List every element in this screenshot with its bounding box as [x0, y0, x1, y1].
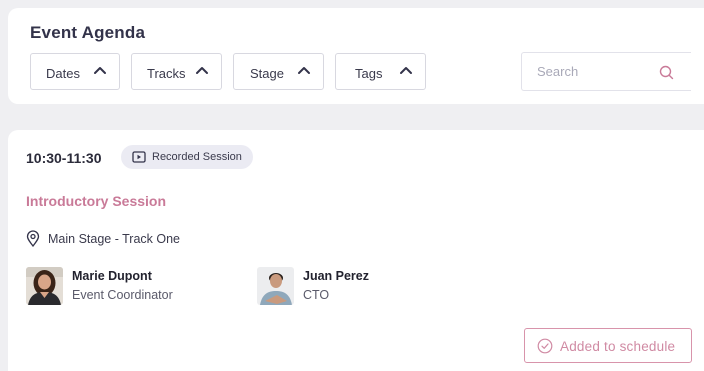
search-icon[interactable]: [659, 65, 674, 80]
speaker-name: Juan Perez: [303, 269, 370, 283]
speaker-role: CTO: [303, 288, 330, 302]
speaker-card[interactable]: Marie Dupont Event Coordinator: [26, 267, 226, 305]
filter-tracks-label: Tracks: [147, 66, 186, 81]
session-card: 10:30-11:30 Recorded Session Introductor…: [8, 130, 704, 371]
speaker-name: Marie Dupont: [72, 269, 152, 283]
filter-tags-dropdown[interactable]: Tags: [335, 53, 426, 90]
badge-label: Recorded Session: [152, 151, 242, 163]
speaker-card[interactable]: Juan Perez CTO: [257, 267, 457, 305]
filter-tracks-dropdown[interactable]: Tracks: [131, 53, 222, 90]
session-time: 10:30-11:30: [26, 150, 102, 166]
location-text: Main Stage - Track One: [48, 232, 181, 246]
search-box: [521, 52, 691, 91]
filter-stage-label: Stage: [250, 66, 284, 81]
schedule-button-label: Added to schedule: [560, 339, 676, 354]
added-to-schedule-button[interactable]: Added to schedule: [524, 328, 692, 363]
check-circle-icon: [537, 338, 553, 354]
location-pin-icon: [26, 230, 40, 247]
chevron-up-icon: [94, 67, 106, 74]
agenda-header-panel: Event Agenda Dates Tracks Stage Tags: [8, 8, 704, 104]
avatar: [26, 267, 63, 305]
play-icon: [132, 151, 146, 163]
filter-stage-dropdown[interactable]: Stage: [233, 53, 324, 90]
recorded-session-badge: Recorded Session: [121, 145, 253, 169]
filter-dates-label: Dates: [46, 66, 80, 81]
search-input[interactable]: [523, 54, 643, 89]
filter-tags-label: Tags: [355, 66, 383, 81]
avatar: [257, 267, 294, 305]
chevron-up-icon: [196, 67, 208, 74]
chevron-up-icon: [298, 67, 310, 74]
page-title: Event Agenda: [30, 23, 146, 42]
speaker-role: Event Coordinator: [72, 288, 173, 302]
chevron-up-icon: [400, 67, 412, 74]
filter-dates-dropdown[interactable]: Dates: [30, 53, 120, 90]
session-title[interactable]: Introductory Session: [26, 193, 166, 209]
